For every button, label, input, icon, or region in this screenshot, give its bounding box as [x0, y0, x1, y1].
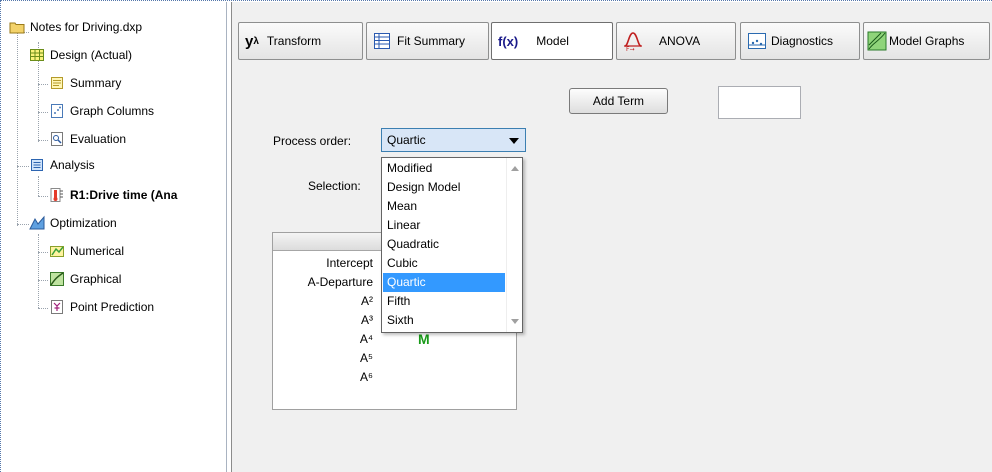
table-row[interactable]: A⁵	[273, 349, 516, 368]
process-order-label: Process order:	[273, 134, 352, 148]
optimization-icon	[29, 215, 45, 231]
add-term-button[interactable]: Add Term	[569, 88, 668, 114]
tree-connector	[38, 234, 39, 308]
point-prediction-icon	[49, 299, 65, 315]
tree-item-numerical[interactable]: Numerical	[49, 242, 124, 260]
graph-columns-icon	[49, 103, 65, 119]
diagnostics-icon	[747, 32, 767, 50]
anova-button[interactable]: F→ ANOVA	[616, 22, 736, 60]
response-thermometer-icon	[49, 187, 65, 203]
evaluation-icon	[49, 131, 65, 147]
term-label: A⁵	[360, 351, 373, 365]
tree-item-analysis[interactable]: Analysis	[29, 156, 95, 174]
add-term-input[interactable]	[718, 86, 801, 119]
dropdown-option[interactable]: Modified	[383, 159, 505, 178]
tree-item-label: Summary	[70, 76, 122, 90]
tree-connector	[17, 166, 29, 167]
summary-icon	[49, 75, 65, 91]
tree-item-root[interactable]: Notes for Driving.dxp	[9, 18, 142, 36]
dropdown-option[interactable]: Mean	[383, 197, 505, 216]
selection-label: Selection:	[308, 179, 361, 193]
model-fx-icon: f(x)	[498, 33, 519, 49]
tree-item-design[interactable]: Design (Actual)	[29, 46, 132, 64]
folder-icon	[9, 19, 25, 35]
fit-summary-icon	[373, 32, 391, 50]
term-label: A²	[361, 294, 373, 308]
tree-item-label: Analysis	[50, 158, 95, 172]
table-row[interactable]: A⁶	[273, 368, 516, 387]
dropdown-option[interactable]: Quadratic	[383, 235, 505, 254]
scroll-down-icon[interactable]	[511, 319, 519, 324]
transform-icon-base: y	[245, 32, 254, 50]
tree-item-label: Evaluation	[70, 132, 127, 146]
tree-connector	[38, 84, 48, 85]
model-graphs-label: Model Graphs	[889, 34, 965, 48]
fit-summary-label: Fit Summary	[397, 34, 466, 48]
window-frame-top	[0, 0, 992, 1]
term-label: A-Departure	[307, 275, 373, 289]
tree-item-label: Graph Columns	[70, 104, 155, 118]
transform-button[interactable]: yλ Transform	[238, 22, 363, 60]
tree-item-graphical[interactable]: Graphical	[49, 270, 121, 288]
diagnostics-button[interactable]: Diagnostics	[740, 22, 860, 60]
design-grid-icon	[29, 47, 45, 63]
term-label: A⁶	[360, 370, 373, 384]
tree-connector	[38, 280, 48, 281]
model-label: Model	[536, 34, 569, 48]
tree-item-label: Optimization	[50, 216, 117, 230]
term-label: Intercept	[326, 256, 373, 270]
tree-item-graph-columns[interactable]: Graph Columns	[49, 102, 154, 120]
svg-text:F→: F→	[626, 46, 634, 52]
transform-icon: yλ	[245, 33, 259, 50]
tree-item-label: R1:Drive time (Ana	[70, 188, 178, 202]
tree-item-point-prediction[interactable]: Point Prediction	[49, 298, 154, 316]
tree-item-label: Design (Actual)	[50, 48, 133, 62]
window-frame-left	[0, 0, 1, 472]
tree-connector	[38, 140, 48, 141]
tree-item-optimization[interactable]: Optimization	[29, 214, 117, 232]
term-label: A³	[361, 313, 373, 327]
tree-connector	[17, 224, 29, 225]
dropdown-option[interactable]: Quartic	[383, 273, 505, 292]
model-button[interactable]: f(x) Model	[491, 22, 613, 60]
tree-connector	[38, 252, 48, 253]
tree-connector	[38, 176, 39, 196]
tree-item-response[interactable]: R1:Drive time (Ana	[49, 186, 177, 204]
navigation-tree: Notes for Driving.dxp Design (Actual) Su…	[3, 2, 227, 472]
diagnostics-label: Diagnostics	[771, 34, 834, 48]
model-graphs-button[interactable]: Model Graphs	[863, 22, 990, 60]
anova-icon: F→	[623, 30, 643, 52]
transform-icon-sup: λ	[253, 35, 259, 47]
process-order-select[interactable]: Quartic	[381, 128, 526, 152]
dropdown-scrollbar[interactable]	[506, 158, 522, 332]
tree-connector	[38, 308, 48, 309]
analysis-icon	[29, 157, 45, 173]
dropdown-option[interactable]: Linear	[383, 216, 505, 235]
dropdown-option[interactable]: Fifth	[383, 292, 505, 311]
scroll-up-icon[interactable]	[511, 166, 519, 171]
numerical-icon	[49, 243, 65, 259]
chevron-down-icon	[509, 138, 519, 144]
tree-item-summary[interactable]: Summary	[49, 74, 121, 92]
main-panel: yλ Transform Fit Summary f(x) Model F→ A…	[231, 2, 992, 472]
dropdown-option[interactable]: Sixth	[383, 311, 505, 330]
tree-item-label: Graphical	[70, 272, 122, 286]
tree-item-label: Point Prediction	[70, 300, 155, 314]
process-order-value: Quartic	[387, 133, 426, 147]
dropdown-option[interactable]: Design Model	[383, 178, 505, 197]
dropdown-option[interactable]: Cubic	[383, 254, 505, 273]
tree-connector	[38, 196, 48, 197]
fit-summary-button[interactable]: Fit Summary	[366, 22, 489, 60]
process-order-dropdown: Modified Design Model Mean Linear Quadratic C…	[381, 157, 523, 333]
tree-connector	[38, 112, 48, 113]
term-label: A⁴	[359, 332, 373, 346]
tree-connector	[17, 28, 18, 226]
anova-label: ANOVA	[659, 34, 701, 48]
tree-item-label: Numerical	[70, 244, 125, 258]
transform-label: Transform	[266, 34, 322, 48]
tree-item-evaluation[interactable]: Evaluation	[49, 130, 126, 148]
graphical-icon	[49, 271, 65, 287]
model-graphs-icon	[867, 31, 887, 51]
tree-item-label: Notes for Driving.dxp	[30, 20, 143, 34]
